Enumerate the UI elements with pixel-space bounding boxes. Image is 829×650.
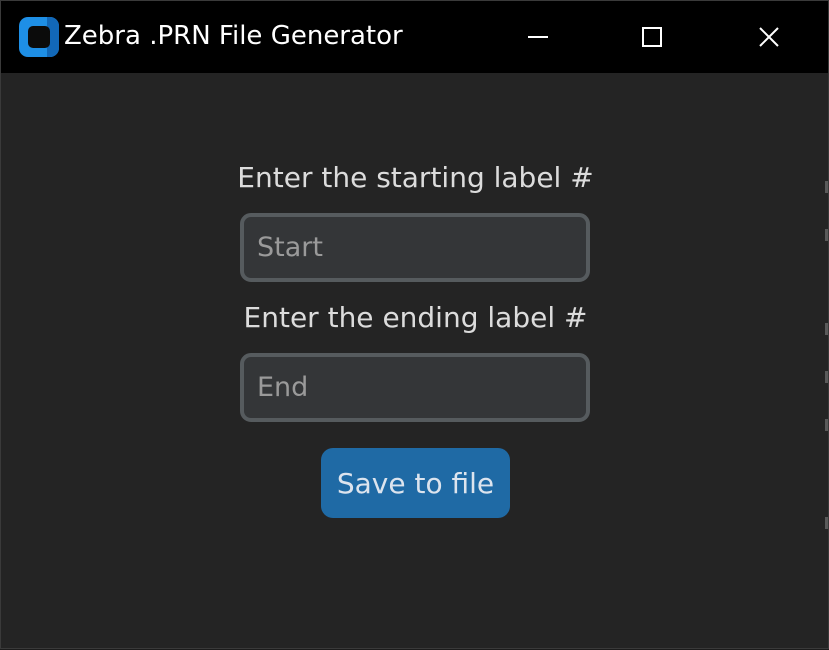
minimize-icon: [528, 36, 548, 38]
edge-artifact: [825, 371, 828, 383]
app-logo-icon: [19, 17, 59, 57]
edge-artifact: [825, 517, 828, 529]
maximize-icon: [642, 27, 662, 47]
app-logo-inner: [28, 26, 50, 48]
save-to-file-button[interactable]: Save to file: [321, 448, 510, 518]
edge-artifact: [825, 419, 828, 431]
start-input[interactable]: [240, 213, 590, 282]
edge-artifact: [825, 181, 828, 193]
app-window: Zebra .PRN File Generator Enter the star…: [0, 0, 829, 649]
maximize-button[interactable]: [602, 1, 702, 73]
start-label: Enter the starting label #: [237, 161, 594, 194]
close-button[interactable]: [719, 1, 819, 73]
window-title: Zebra .PRN File Generator: [64, 21, 403, 51]
end-input[interactable]: [240, 353, 590, 422]
minimize-button[interactable]: [488, 1, 588, 73]
end-label: Enter the ending label #: [243, 301, 588, 334]
title-bar[interactable]: Zebra .PRN File Generator: [1, 1, 828, 73]
edge-artifact: [825, 229, 828, 241]
edge-artifact: [825, 323, 828, 335]
close-icon: [759, 27, 779, 47]
main-content: Enter the starting label # Enter the end…: [1, 73, 828, 650]
